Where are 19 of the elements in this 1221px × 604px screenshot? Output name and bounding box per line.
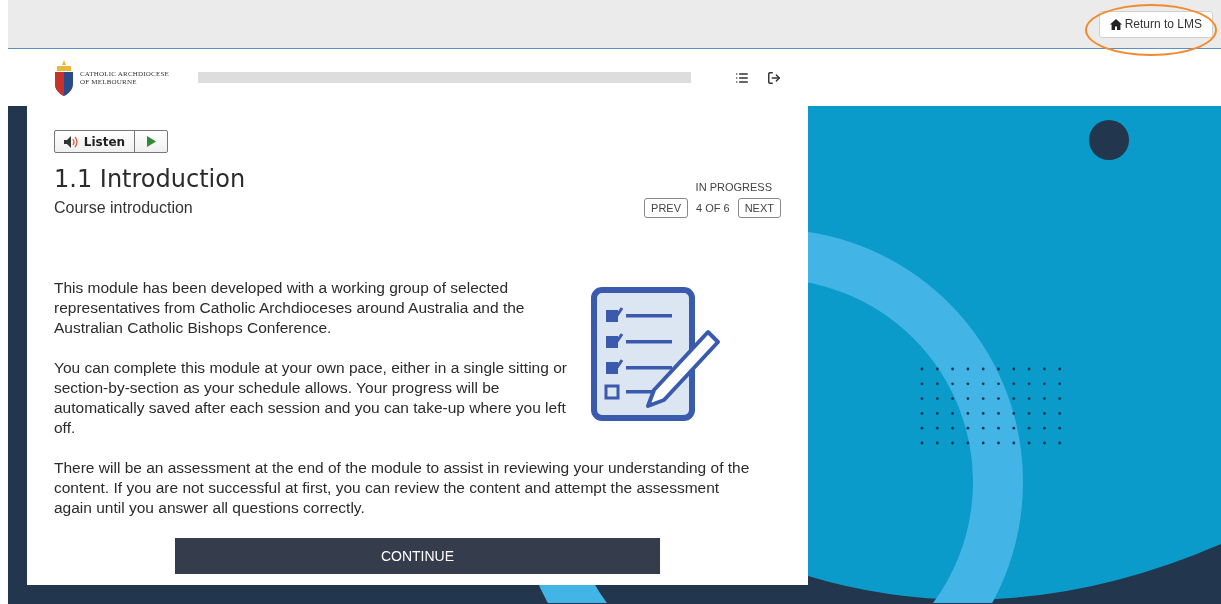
crest-icon xyxy=(54,59,74,96)
menu-icon[interactable] xyxy=(735,70,749,85)
next-button[interactable]: NEXT xyxy=(737,198,781,218)
prev-button[interactable]: PREV xyxy=(644,198,689,218)
circle-shape xyxy=(1089,120,1129,160)
speaker-icon xyxy=(63,135,80,148)
body-paragraph: You can complete this module at your own pace, either in a single sitting or section-by-section as your schedule allows. Your progress will be automatically saved after each session and you can take-up where you left off. xyxy=(54,358,568,438)
play-icon xyxy=(146,136,156,147)
exit-icon[interactable] xyxy=(767,70,781,85)
lesson-title: 1.1 Introduction xyxy=(54,165,246,193)
body-paragraph: There will be an assessment at the end of the module to assist in reviewing your understanding of the content. If you are not successful at first, you can review the content and attempt the assessment again until you answer all questions correctly. xyxy=(54,458,751,518)
body-paragraph: This module has been developed with a working group of selected representatives from Catholic Archdioceses around Australia and the Australian Catholic Bishops Conference. xyxy=(54,278,526,338)
status-label: IN PROGRESS xyxy=(695,181,772,193)
home-icon xyxy=(1109,18,1122,30)
continue-button[interactable]: CONTINUE xyxy=(175,538,660,574)
listen-button[interactable]: Listen xyxy=(55,131,135,152)
return-to-lms-button[interactable]: Return to LMS xyxy=(1098,10,1213,38)
lesson-subtitle: Course introduction xyxy=(54,199,193,217)
page-position: 4 OF 6 xyxy=(696,202,730,214)
